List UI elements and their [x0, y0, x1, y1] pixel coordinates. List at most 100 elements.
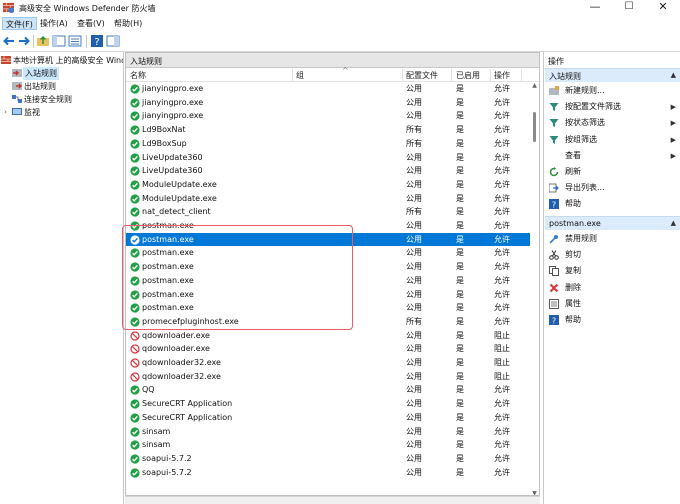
back-arrow-icon[interactable]	[2, 34, 16, 48]
submenu-arrow-icon: ▶	[670, 151, 676, 160]
rule-action: 允许	[494, 412, 510, 422]
action-copy-2[interactable]: 复制	[544, 264, 680, 278]
rule-action: 阻止	[494, 371, 510, 381]
action-export-6[interactable]: 导出列表...	[544, 181, 680, 195]
column-header-enabled[interactable]: 已启用	[456, 70, 480, 81]
filter-icon	[549, 119, 559, 128]
column-header-action[interactable]: 操作	[494, 70, 510, 81]
table-row[interactable]: LiveUpdate360 公用 是 允许	[126, 151, 530, 165]
show-hide-action-pane-icon[interactable]	[106, 34, 120, 48]
show-hide-tree-icon[interactable]	[52, 34, 66, 48]
submenu-arrow-icon: ▶	[670, 135, 676, 144]
table-row[interactable]: postman.exe 公用 是 允许	[126, 301, 530, 315]
action-refresh-5[interactable]: 刷新	[544, 165, 680, 179]
minimize-button[interactable]: —	[578, 0, 612, 16]
rule-enabled: 是	[456, 125, 464, 135]
column-header-group[interactable]: 组	[296, 70, 304, 81]
maximize-button[interactable]: ☐	[612, 0, 646, 16]
rule-profile: 公用	[406, 330, 422, 340]
rule-name: ModuleUpdate.exe	[142, 193, 217, 203]
action-disable-rule-0[interactable]: 禁用规则	[544, 232, 680, 246]
rule-name: ModuleUpdate.exe	[142, 179, 217, 189]
rule-action: 允许	[494, 166, 510, 176]
table-row[interactable]: qdownloader32.exe 公用 是 阻止	[126, 370, 530, 384]
table-row[interactable]: postman.exe 公用 是 允许	[126, 260, 530, 274]
rule-action: 允许	[494, 221, 510, 230]
table-row[interactable]: ModuleUpdate.exe 公用 是 允许	[126, 178, 530, 192]
table-row[interactable]: soapui-5.7.2 公用 是 允许	[126, 466, 530, 480]
table-row[interactable]: Ld9BoxSup 所有 是 允许	[126, 137, 530, 151]
rule-action: 阻止	[494, 358, 510, 367]
menu-view[interactable]: 查看(V)	[74, 17, 108, 30]
rule-action: 允许	[494, 453, 510, 463]
scrollbar-thumb[interactable]	[533, 112, 536, 142]
rule-name: qdownloader.exe	[142, 344, 210, 354]
table-row[interactable]: jianyingpro.exe 公用 是 允许	[126, 82, 530, 96]
rule-action: 允许	[494, 125, 510, 135]
rule-enabled: 是	[456, 453, 464, 463]
actions-section-inbound-rules[interactable]: 入站规则 ▲	[545, 68, 680, 82]
table-row[interactable]: promecefpluginhost.exe 所有 是 允许	[126, 315, 530, 329]
table-row[interactable]: Ld9BoxNat 所有 是 允许	[126, 123, 530, 137]
table-row[interactable]: SecureCRT Application 公用 是 允许	[126, 411, 530, 425]
toolbar-separator	[86, 35, 87, 48]
action-view-4[interactable]: 查看 ▶	[544, 149, 680, 163]
table-row[interactable]: SecureCRT Application 公用 是 允许	[126, 397, 530, 411]
action-help-5[interactable]: ? 帮助	[544, 313, 680, 327]
table-row[interactable]: sinsam 公用 是 允许	[126, 425, 530, 439]
rule-name: LiveUpdate360	[142, 166, 203, 176]
menu-file[interactable]: 文件(F)	[2, 17, 37, 30]
table-row[interactable]: postman.exe 公用 是 允许	[126, 274, 530, 288]
menu-help[interactable]: 帮助(H)	[111, 17, 145, 30]
rule-profile: 公用	[406, 152, 422, 162]
rule-enabled: 是	[456, 358, 464, 367]
action-new-rule-0[interactable]: 新建规则...	[544, 84, 680, 98]
rule-action: 允许	[494, 152, 510, 162]
forward-arrow-icon[interactable]	[17, 34, 31, 48]
actions-pane: 操作 入站规则 ▲ 新建规则... 按配置文件筛选 ▶ 按状态筛选 ▶ 按组筛选 ▶ 查看 ▶ 刷…	[543, 52, 680, 504]
table-row[interactable]: sinsam 公用 是 允许	[126, 438, 530, 452]
rule-action: 允许	[494, 111, 510, 121]
rule-enabled: 是	[456, 316, 464, 326]
expand-chevron-icon[interactable]: ›	[4, 106, 7, 119]
action-filter-2[interactable]: 按状态筛选 ▶	[544, 116, 680, 130]
table-row[interactable]: postman.exe 公用 是 允许	[126, 288, 530, 302]
table-row[interactable]: jianyingpro.exe 公用 是 允许	[126, 96, 530, 110]
column-header-profile[interactable]: 配置文件	[406, 70, 438, 81]
table-row[interactable]: postman.exe 公用 是 允许	[126, 232, 530, 247]
table-row[interactable]: QQ 公用 是 允许	[126, 383, 530, 397]
allow-rule-icon	[130, 303, 140, 313]
table-row[interactable]: qdownloader.exe 公用 是 阻止	[126, 342, 530, 356]
action-filter-3[interactable]: 按组筛选 ▶	[544, 133, 680, 147]
action-label: 剪切	[565, 250, 581, 260]
table-row[interactable]: nat_detect_client 所有 是 允许	[126, 205, 530, 219]
rule-action: 允许	[494, 193, 510, 203]
table-row[interactable]: postman.exe 公用 是 允许	[126, 246, 530, 260]
table-row[interactable]: ModuleUpdate.exe 公用 是 允许	[126, 192, 530, 206]
action-cut-1[interactable]: 剪切	[544, 248, 680, 262]
table-row[interactable]: jianyingpro.exe 公用 是 允许	[126, 109, 530, 123]
table-row[interactable]: LiveUpdate360 公用 是 允许	[126, 164, 530, 178]
up-folder-icon[interactable]	[36, 34, 50, 48]
table-row[interactable]: qdownloader32.exe 公用 是 阻止	[126, 356, 530, 370]
table-row[interactable]: postman.exe 公用 是 允许	[126, 219, 530, 233]
action-filter-1[interactable]: 按配置文件筛选 ▶	[544, 100, 680, 114]
table-row[interactable]: qdownloader.exe 公用 是 阻止	[126, 329, 530, 343]
action-properties-4[interactable]: 属性	[544, 297, 680, 311]
rule-profile: 公用	[406, 371, 422, 381]
collapse-caret-icon[interactable]: ▲	[671, 71, 676, 79]
rule-enabled: 是	[456, 399, 464, 409]
vertical-scrollbar[interactable]: ▲ ▼	[530, 82, 539, 495]
scroll-up-icon[interactable]: ▲	[531, 82, 538, 89]
show-scope-icon[interactable]	[68, 34, 82, 48]
action-delete-3[interactable]: 删除	[544, 281, 680, 295]
action-help-7[interactable]: ? 帮助	[544, 197, 680, 211]
allow-rule-icon	[130, 467, 140, 478]
column-header-name[interactable]: 名称	[130, 70, 146, 81]
actions-section-postman[interactable]: postman.exe ▲	[545, 216, 680, 230]
help-icon[interactable]: ?	[90, 34, 104, 48]
table-row[interactable]: soapui-5.7.2 公用 是 允许	[126, 452, 530, 466]
menu-action[interactable]: 操作(A)	[37, 17, 71, 30]
close-button[interactable]: ✕	[646, 0, 680, 16]
collapse-caret-icon[interactable]: ▲	[671, 219, 676, 227]
